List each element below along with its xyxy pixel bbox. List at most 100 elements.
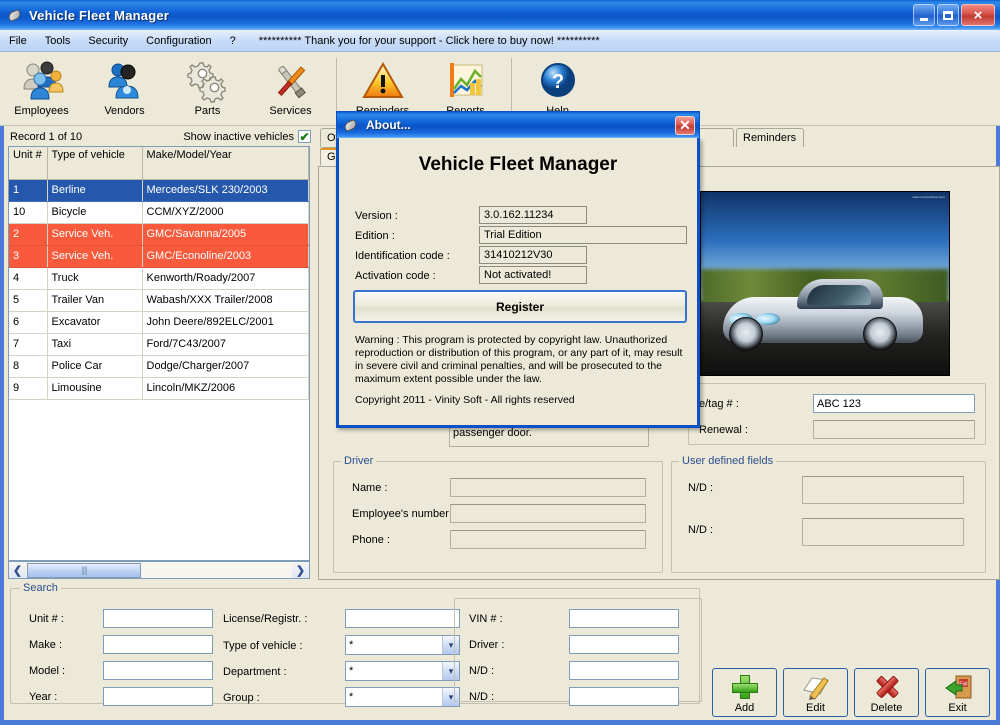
- about-dialog-titlebar: About... ✕: [336, 111, 700, 138]
- search-vin-input[interactable]: [569, 609, 679, 628]
- vehicle-grid[interactable]: Unit # Type of vehicle Make/Model/Year 1…: [8, 146, 310, 561]
- search-driver-label: Driver :: [469, 639, 504, 651]
- cell-unit: 2: [9, 223, 47, 245]
- register-button[interactable]: Register: [353, 290, 687, 323]
- cell-mmy: John Deere/892ELC/2001: [142, 311, 309, 333]
- cell-type: Bicycle: [47, 201, 142, 223]
- search-group-select[interactable]: * ▾: [345, 687, 460, 707]
- search-type-label: Type of vehicle :: [223, 640, 303, 652]
- exit-button[interactable]: Exit Exit: [925, 668, 990, 717]
- cell-type: Truck: [47, 267, 142, 289]
- cell-unit: 3: [9, 245, 47, 267]
- menu-item-tools[interactable]: Tools: [36, 33, 80, 49]
- table-row[interactable]: 4 Truck Kenworth/Roady/2007: [9, 267, 309, 289]
- table-row[interactable]: 9 Limousine Lincoln/MKZ/2006: [9, 377, 309, 399]
- cell-mmy: Kenworth/Roady/2007: [142, 267, 309, 289]
- table-row[interactable]: 7 Taxi Ford/7C43/2007: [9, 333, 309, 355]
- cell-type: Limousine: [47, 377, 142, 399]
- license-tag-label: e/tag # :: [699, 398, 739, 410]
- toolbar-button-vendors[interactable]: Vendors: [83, 55, 166, 123]
- scroll-left-icon[interactable]: ❮: [9, 562, 26, 578]
- delete-button[interactable]: Delete: [854, 668, 919, 717]
- show-inactive-checkbox[interactable]: ✔: [298, 130, 311, 143]
- photo-credit-text: www.netcarshow.com: [913, 195, 945, 199]
- driver-employee-number-label: Employee's number :: [352, 508, 455, 520]
- tab-reminders[interactable]: Reminders: [736, 128, 804, 147]
- search-type-select[interactable]: * ▾: [345, 635, 460, 655]
- table-row[interactable]: 6 Excavator John Deere/892ELC/2001: [9, 311, 309, 333]
- menu-item-help[interactable]: ?: [221, 33, 245, 49]
- about-dialog: About... ✕ Vehicle Fleet Manager Version…: [336, 138, 700, 428]
- close-button[interactable]: ×: [961, 4, 995, 26]
- table-row[interactable]: 10 Bicycle CCM/XYZ/2000: [9, 201, 309, 223]
- search-year-input[interactable]: [103, 687, 213, 706]
- search-department-select[interactable]: * ▾: [345, 661, 460, 681]
- table-header-row: Unit # Type of vehicle Make/Model/Year: [9, 147, 309, 179]
- scrollbar-track[interactable]: [141, 562, 292, 578]
- show-inactive-label: Show inactive vehicles: [183, 131, 294, 143]
- search-nd1-label: N/D :: [469, 665, 494, 677]
- about-edition-value: Trial Edition: [479, 226, 687, 244]
- driver-group: Driver Name : Employee's number : Phone …: [333, 461, 663, 573]
- license-tag-field[interactable]: ABC 123: [813, 394, 975, 413]
- toolbar-button-services[interactable]: Services: [249, 55, 332, 123]
- table-row[interactable]: 3 Service Veh. GMC/Econoline/2003: [9, 245, 309, 267]
- cell-unit: 10: [9, 201, 47, 223]
- search-unit-input[interactable]: [103, 609, 213, 628]
- about-warning-text: Warning : This program is protected by c…: [355, 334, 689, 386]
- application-window: Vehicle Fleet Manager × File Tools Secur…: [0, 0, 1000, 725]
- maximize-button[interactable]: [937, 4, 959, 26]
- vendors-icon: [103, 59, 147, 103]
- menu-item-security[interactable]: Security: [79, 33, 137, 49]
- search-model-input[interactable]: [103, 661, 213, 680]
- add-button-label: Add: [735, 702, 755, 714]
- search-nd2-input[interactable]: [569, 687, 679, 706]
- search-license-input[interactable]: [345, 609, 460, 628]
- edit-button[interactable]: Edit: [783, 668, 848, 717]
- renewal-label: Renewal :: [699, 424, 748, 436]
- minimize-button[interactable]: [913, 4, 935, 26]
- cell-unit: 6: [9, 311, 47, 333]
- udf-1-field[interactable]: [802, 476, 964, 504]
- vehicle-photo[interactable]: www.netcarshow.com: [700, 191, 950, 376]
- driver-phone-field[interactable]: [450, 530, 646, 549]
- about-close-button[interactable]: ✕: [675, 116, 695, 135]
- scroll-right-icon[interactable]: ❯: [292, 562, 309, 578]
- promo-banner-link[interactable]: ********** Thank you for your support - …: [259, 35, 600, 47]
- table-row[interactable]: 1 Berline Mercedes/SLK 230/2003: [9, 179, 309, 201]
- cell-type: Excavator: [47, 311, 142, 333]
- horizontal-scrollbar[interactable]: ❮ |||| ❯: [8, 561, 310, 579]
- cell-type: Berline: [47, 179, 142, 201]
- cell-type: Service Veh.: [47, 223, 142, 245]
- toolbar-button-parts[interactable]: Parts: [166, 55, 249, 123]
- udf-1-label: N/D :: [688, 482, 713, 494]
- table-row[interactable]: 8 Police Car Dodge/Charger/2007: [9, 355, 309, 377]
- show-inactive-toggle[interactable]: Show inactive vehicles ✔: [183, 130, 311, 143]
- table-row[interactable]: 2 Service Veh. GMC/Savanna/2005: [9, 223, 309, 245]
- toolbar-button-employees[interactable]: Employees: [0, 55, 83, 123]
- search-department-value: *: [349, 665, 353, 677]
- column-header-make-model-year[interactable]: Make/Model/Year: [142, 147, 309, 179]
- scrollbar-thumb[interactable]: ||||: [27, 563, 141, 578]
- menu-item-configuration[interactable]: Configuration: [137, 33, 220, 49]
- renewal-field[interactable]: [813, 420, 975, 439]
- action-button-bar: Add Edit Delete: [712, 668, 990, 717]
- exit-door-icon: Exit: [944, 674, 972, 700]
- cell-mmy: GMC/Econoline/2003: [142, 245, 309, 267]
- search-nd1-input[interactable]: [569, 661, 679, 680]
- search-make-input[interactable]: [103, 635, 213, 654]
- menu-bar: File Tools Security Configuration ? ****…: [0, 30, 1000, 52]
- registration-group: e/tag # : ABC 123 Renewal :: [688, 383, 986, 445]
- driver-employee-number-field[interactable]: [450, 504, 646, 523]
- edit-button-label: Edit: [806, 702, 825, 714]
- add-button[interactable]: Add: [712, 668, 777, 717]
- column-header-unit[interactable]: Unit #: [9, 147, 47, 179]
- search-driver-input[interactable]: [569, 635, 679, 654]
- table-row[interactable]: 5 Trailer Van Wabash/XXX Trailer/2008: [9, 289, 309, 311]
- column-header-type[interactable]: Type of vehicle: [47, 147, 142, 179]
- cell-mmy: Mercedes/SLK 230/2003: [142, 179, 309, 201]
- toolbar-label-employees: Employees: [14, 105, 68, 117]
- driver-name-field[interactable]: [450, 478, 646, 497]
- menu-item-file[interactable]: File: [0, 33, 36, 49]
- udf-2-field[interactable]: [802, 518, 964, 546]
